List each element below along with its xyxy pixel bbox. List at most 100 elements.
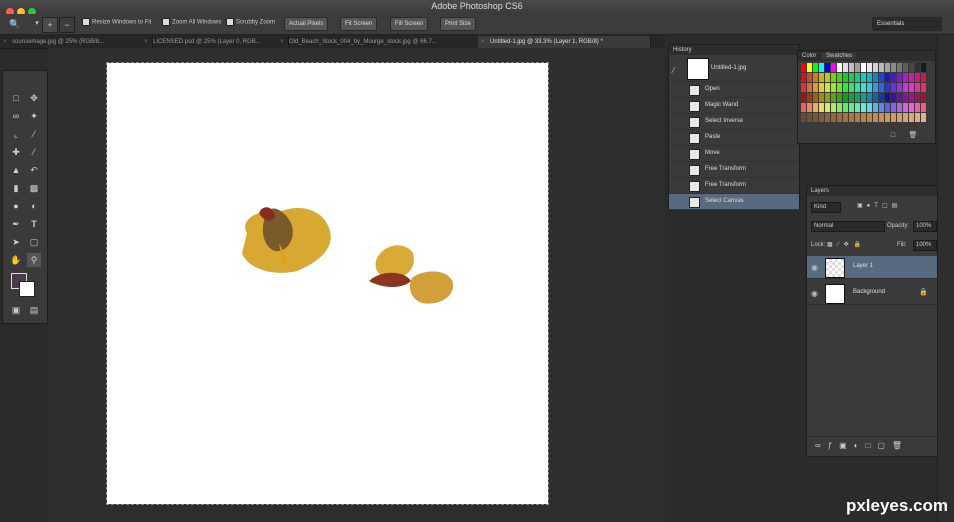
swatch[interactable] [831, 103, 836, 112]
swatch[interactable] [867, 83, 872, 92]
history-item[interactable]: Select Inverse [669, 114, 799, 130]
swatch[interactable] [849, 93, 854, 102]
fill-screen-button[interactable]: Fill Screen [390, 17, 429, 31]
swatch[interactable] [897, 83, 902, 92]
swatch[interactable] [897, 93, 902, 102]
history-item[interactable]: Free Transform [669, 178, 799, 194]
swatch[interactable] [921, 73, 926, 82]
close-tab-icon[interactable]: × [3, 36, 7, 48]
gradient-tool-icon[interactable]: ▩ [27, 181, 41, 195]
swatch[interactable] [915, 83, 920, 92]
swatch[interactable] [813, 113, 818, 122]
zoom-tool-icon[interactable]: ⚲ [27, 253, 41, 267]
swatch[interactable] [861, 103, 866, 112]
swatch[interactable] [921, 63, 926, 72]
swatch[interactable] [825, 83, 830, 92]
swatch[interactable] [885, 73, 890, 82]
swatch[interactable] [903, 113, 908, 122]
history-item[interactable]: Free Transform [669, 162, 799, 178]
swatch[interactable] [891, 73, 896, 82]
swatch[interactable] [891, 83, 896, 92]
swatch[interactable] [897, 113, 902, 122]
swatch[interactable] [843, 103, 848, 112]
swatch[interactable] [843, 63, 848, 72]
swatch[interactable] [831, 83, 836, 92]
swatch[interactable] [903, 93, 908, 102]
swatch[interactable] [879, 73, 884, 82]
history-snapshot[interactable]: ⁄ Untitled-1.jpg [669, 55, 799, 82]
swatch[interactable] [885, 63, 890, 72]
swatch[interactable] [819, 103, 824, 112]
swatch[interactable] [843, 93, 848, 102]
tab-old-beach-stock[interactable]: × Old_Beach_Stock_004_by_Mourge_stock.jpg… [277, 36, 490, 48]
tab-swatches[interactable]: Swatches [822, 53, 857, 59]
swatch[interactable] [861, 73, 866, 82]
swatch[interactable] [813, 83, 818, 92]
swatch-grid[interactable] [801, 63, 931, 129]
swatch[interactable] [885, 103, 890, 112]
marquee-tool-icon[interactable]: □ [9, 91, 23, 105]
close-tab-icon[interactable]: × [280, 36, 284, 48]
swatch[interactable] [819, 113, 824, 122]
swatch[interactable] [801, 93, 806, 102]
swatch[interactable] [855, 63, 860, 72]
tab-untitled-1[interactable]: × Untitled-1.jpg @ 33.3% (Layer 1, RGB/8)… [478, 36, 651, 48]
eraser-tool-icon[interactable]: ▮ [9, 181, 23, 195]
blend-mode-select[interactable]: Normal [811, 221, 885, 232]
layer-row-layer-1[interactable]: ◉ Layer 1 [807, 256, 937, 279]
history-item[interactable]: Magic Wand [669, 98, 799, 114]
swatch[interactable] [819, 93, 824, 102]
swatch[interactable] [885, 83, 890, 92]
pen-tool-icon[interactable]: ✒ [9, 217, 23, 231]
swatch[interactable] [873, 93, 878, 102]
swatch[interactable] [843, 73, 848, 82]
swatch[interactable] [855, 103, 860, 112]
crop-tool-icon[interactable]: ⌞ [9, 127, 23, 141]
swatch[interactable] [915, 113, 920, 122]
swatch[interactable] [879, 103, 884, 112]
background-color-swatch[interactable] [19, 281, 35, 297]
swatch[interactable] [915, 93, 920, 102]
workspace-select[interactable]: Essentials [872, 17, 942, 31]
swatch[interactable] [921, 83, 926, 92]
history-item[interactable]: Open [669, 82, 799, 98]
clone-stamp-tool-icon[interactable]: ▲ [9, 163, 23, 177]
swatch[interactable] [879, 63, 884, 72]
swatch[interactable] [837, 113, 842, 122]
zoom-all-windows-checkbox[interactable]: Zoom All Windows [162, 18, 221, 26]
swatch[interactable] [909, 93, 914, 102]
visibility-eye-icon[interactable]: ◉ [811, 289, 818, 298]
history-item-selected[interactable]: Select Canvas [669, 194, 799, 210]
close-tab-icon[interactable]: × [144, 36, 148, 48]
actual-pixels-button[interactable]: Actual Pixels [284, 17, 329, 31]
swatch[interactable] [837, 103, 842, 112]
swatch[interactable] [921, 93, 926, 102]
swatch[interactable] [825, 103, 830, 112]
path-selection-tool-icon[interactable]: ➤ [9, 235, 23, 249]
swatch[interactable] [891, 63, 896, 72]
swatch[interactable] [855, 93, 860, 102]
history-item[interactable]: Move [669, 146, 799, 162]
healing-brush-tool-icon[interactable]: ✚ [9, 145, 23, 159]
swatch[interactable] [879, 113, 884, 122]
swatch[interactable] [867, 113, 872, 122]
layer-filter-icons[interactable]: ▣●T▢▤ [857, 202, 901, 209]
swatch[interactable] [825, 63, 830, 72]
shape-tool-icon[interactable]: ▢ [27, 235, 41, 249]
canvas[interactable] [106, 62, 549, 505]
swatch[interactable] [861, 93, 866, 102]
swatch[interactable] [915, 63, 920, 72]
trash-icon[interactable]: 🗑 [906, 129, 920, 143]
swatch[interactable] [909, 83, 914, 92]
swatch[interactable] [867, 73, 872, 82]
close-tab-icon[interactable]: × [481, 36, 485, 48]
swatch[interactable] [903, 103, 908, 112]
magic-wand-tool-icon[interactable]: ✦ [27, 109, 41, 123]
visibility-eye-icon[interactable]: ◉ [811, 263, 818, 272]
move-tool-icon[interactable]: ✥ [27, 91, 41, 105]
swatch[interactable] [915, 73, 920, 82]
swatch[interactable] [903, 73, 908, 82]
brush-source-icon[interactable]: ⁄ [673, 63, 674, 78]
swatch[interactable] [837, 93, 842, 102]
swatch[interactable] [855, 113, 860, 122]
